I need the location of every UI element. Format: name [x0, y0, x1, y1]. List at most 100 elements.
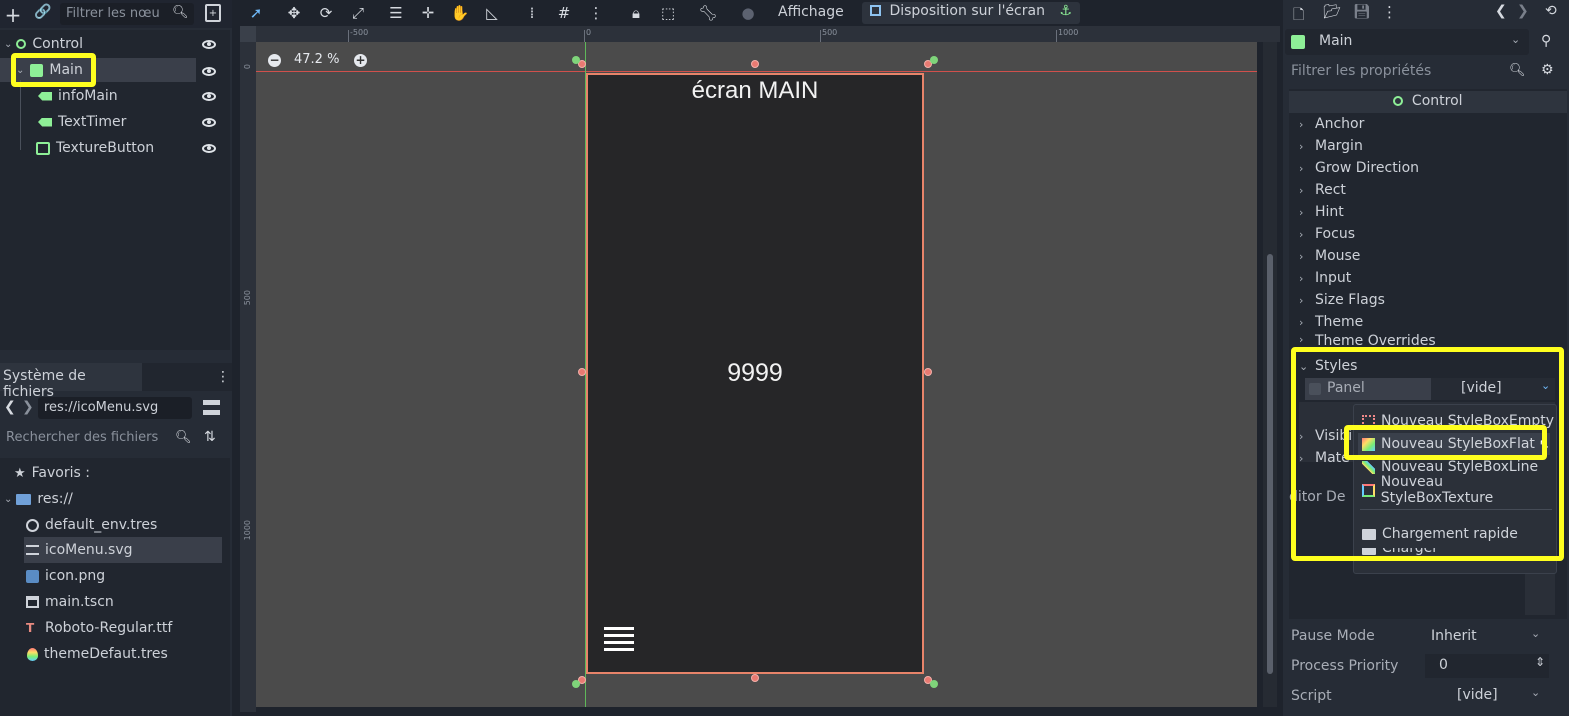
file-row[interactable]: themeDefaut.tres: [0, 641, 222, 667]
snap-options-icon[interactable]: ⋮: [586, 3, 606, 23]
resize-handle[interactable]: [924, 368, 932, 376]
section-focus[interactable]: › Focus: [1299, 223, 1355, 245]
history-back-icon[interactable]: ❮: [1495, 3, 1507, 19]
zoom-out-icon[interactable]: −: [268, 54, 281, 67]
move-tool-icon[interactable]: ✥: [284, 3, 304, 23]
info-main-label: écran MAIN: [691, 77, 819, 104]
sort-icon[interactable]: ⇅: [204, 429, 216, 445]
grid-snap-icon[interactable]: #: [554, 3, 574, 23]
resize-handle[interactable]: [751, 674, 759, 682]
anchor-handle[interactable]: [572, 680, 580, 688]
link-icon[interactable]: 🔗: [34, 4, 51, 20]
filesystem-path-bar: ❮ ❯ res://icoMenu.svg: [0, 395, 232, 423]
path-value: res://icoMenu.svg: [44, 400, 159, 415]
pan-tool-icon[interactable]: ✋: [450, 3, 470, 23]
open-folder-icon[interactable]: 📂︎: [1323, 4, 1341, 20]
lock-icon[interactable]: 🔒︎: [626, 3, 646, 23]
anchor-handle[interactable]: [930, 680, 938, 688]
visibility-eye-icon[interactable]: [202, 117, 216, 127]
filter-settings-icon[interactable]: ⚙︎: [1541, 62, 1554, 78]
layout-menu[interactable]: Disposition sur l'écran ⚓︎: [862, 2, 1080, 24]
favorites-label: Favoris :: [31, 465, 90, 481]
process-priority-spinbox[interactable]: 0 ⇕: [1425, 654, 1549, 678]
file-row[interactable]: icon.png: [0, 563, 222, 589]
camera-icon[interactable]: ●: [738, 3, 758, 23]
viewport[interactable]: − 47.2 % + écran MAIN 9999: [256, 42, 1257, 707]
section-hint[interactable]: › Hint: [1299, 201, 1344, 223]
group-icon[interactable]: ⬚: [658, 3, 678, 23]
history-forward-icon[interactable]: ❯: [1517, 3, 1529, 19]
back-icon[interactable]: ❮: [4, 399, 16, 415]
visibility-eye-icon[interactable]: [202, 91, 216, 101]
view-menu[interactable]: Affichage: [770, 3, 852, 23]
select-tool-icon[interactable]: ➚: [246, 3, 266, 23]
scrollbar-thumb[interactable]: [1267, 254, 1273, 674]
favorites-row[interactable]: ★ Favoris :: [0, 460, 222, 486]
menu-dots-icon[interactable]: ⋮: [1382, 3, 1397, 21]
root-label: res://: [37, 491, 73, 507]
zoom-in-icon[interactable]: +: [354, 54, 367, 67]
section-size-flags[interactable]: › Size Flags: [1299, 289, 1385, 311]
tab-filesystem[interactable]: Système de fichiers: [0, 363, 142, 400]
list-select-icon[interactable]: ☰: [386, 3, 406, 23]
label-node-icon: [38, 91, 52, 101]
file-name: default_env.tres: [45, 517, 158, 533]
object-properties-icon[interactable]: ⚲: [1541, 33, 1551, 49]
section-margin[interactable]: › Margin: [1299, 135, 1363, 157]
section-grow-direction[interactable]: › Grow Direction: [1299, 157, 1419, 179]
pivot-tool-icon[interactable]: ✛: [418, 3, 438, 23]
file-row[interactable]: main.tscn: [0, 589, 222, 615]
node-selector[interactable]: Main ⌄: [1285, 29, 1529, 55]
menu-hamburger-icon[interactable]: [604, 627, 634, 653]
anchor-handle[interactable]: [930, 56, 938, 64]
menu-dots-icon[interactable]: ⋮: [216, 369, 230, 385]
history-icon[interactable]: ⟲: [1545, 3, 1557, 19]
ruler-tool-icon[interactable]: ◺: [482, 3, 502, 23]
section-rect[interactable]: › Rect: [1299, 179, 1346, 201]
section-mouse[interactable]: › Mouse: [1299, 245, 1360, 267]
section-theme-overrides[interactable]: › Theme Overrides: [1299, 333, 1436, 347]
section-label: Input: [1315, 270, 1352, 286]
scale-tool-icon[interactable]: ⤢: [348, 3, 368, 23]
main-panel-preview[interactable]: écran MAIN 9999: [586, 73, 924, 674]
section-anchor[interactable]: › Anchor: [1299, 113, 1364, 135]
resize-handle[interactable]: [751, 60, 759, 68]
forward-icon[interactable]: ❯: [22, 399, 34, 415]
file-name: main.tscn: [45, 594, 114, 610]
bone-icon[interactable]: 🦴︎: [698, 3, 718, 23]
stepper-icon[interactable]: ⇕: [1535, 655, 1545, 669]
anchor-handle[interactable]: [572, 56, 580, 64]
add-node-icon[interactable]: +: [5, 3, 22, 27]
section-label: Mouse: [1315, 248, 1361, 264]
zoom-level[interactable]: 47.2 %: [294, 52, 339, 67]
file-row[interactable]: default_env.tres: [0, 512, 222, 538]
pause-mode-select[interactable]: Inherit ⌄: [1425, 625, 1549, 649]
scene-file-icon: [26, 596, 39, 608]
save-icon[interactable]: 💾︎: [1353, 4, 1371, 20]
section-theme[interactable]: › Theme: [1299, 311, 1363, 333]
visibility-eye-icon[interactable]: [202, 143, 216, 153]
visibility-eye-icon[interactable]: [202, 39, 216, 49]
split-view-icon[interactable]: [203, 400, 220, 415]
file-row[interactable]: T Roboto-Regular.ttf: [0, 615, 222, 641]
ruler-tick-label: 0: [243, 64, 252, 70]
file-row-selected[interactable]: icoMenu.svg: [24, 537, 222, 563]
rotate-tool-icon[interactable]: ⟳: [316, 3, 336, 23]
smart-snap-icon[interactable]: ⁞: [522, 3, 542, 23]
new-resource-icon[interactable]: 🗋: [1293, 4, 1304, 28]
section-input[interactable]: › Input: [1299, 267, 1351, 289]
res-root-row[interactable]: ⌄ res://: [0, 486, 222, 512]
star-icon: ★: [14, 465, 26, 481]
script-attach-icon[interactable]: +: [205, 4, 221, 22]
tree-row-infomain[interactable]: infoMain: [0, 84, 222, 108]
file-search-input[interactable]: Rechercher des fichiers: [0, 427, 194, 449]
viewport-scrollbar[interactable]: [1263, 42, 1277, 707]
property-filter[interactable]: Filtrer les propriétés 🔍︎: [1285, 59, 1529, 85]
resize-handle[interactable]: [578, 368, 586, 376]
file-name: icoMenu.svg: [45, 542, 133, 558]
tree-row-texttimer[interactable]: TextTimer: [0, 110, 222, 134]
path-input[interactable]: res://icoMenu.svg: [38, 397, 192, 419]
tree-row-texturebutton[interactable]: TextureButton: [0, 136, 222, 160]
script-picker[interactable]: [vide] ⌄: [1425, 684, 1549, 708]
visibility-eye-icon[interactable]: [202, 67, 216, 76]
